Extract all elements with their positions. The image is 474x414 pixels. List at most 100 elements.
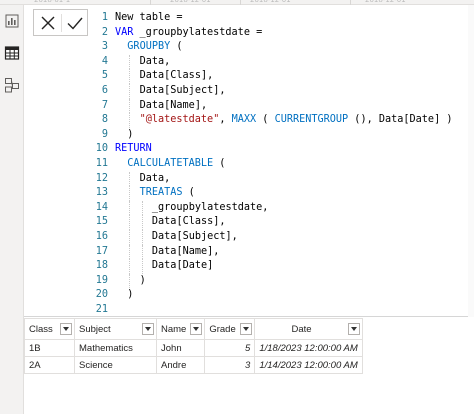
code-line[interactable]: 14 _groupbylatestdate, [90,200,470,216]
code-line[interactable]: 4 Data, [90,54,470,70]
column-header-label: Grade [209,323,236,335]
chevron-down-icon[interactable] [60,323,72,335]
code-line[interactable]: 15 Data[Class], [90,215,470,230]
code-text: Data[Date] [151,260,214,272]
code-text: Data[Class], [151,216,226,228]
top-strip-fragment: 2018-12-01 [365,0,406,4]
code-text: "@latestdate", MAXX ( CURRENTGROUP (), D… [139,114,453,126]
cell-class: 2A [24,356,75,374]
code-line[interactable]: 5 Data[Class], [90,69,470,84]
line-number: 9 [101,128,108,140]
column-header-label: Class [29,323,53,335]
chevron-down-icon[interactable] [190,323,203,335]
code-text: ) [139,274,146,286]
code-text: VAR _groupbylatestdate = [115,26,263,38]
cell-subject: Mathematics [74,339,157,357]
cell-grade: 3 [204,356,256,374]
line-number: 4 [101,55,108,67]
cell-date: 1/14/2023 12:00:00 AM [254,356,363,374]
code-text: RETURN [115,143,152,155]
code-line[interactable]: 2 VAR _groupbylatestdate = [90,26,470,41]
code-line[interactable]: 17 Data[Name], [90,244,470,260]
code-line[interactable]: 13 TREATAS ( [90,186,470,201]
indent-guide [129,200,131,216]
button-divider [61,14,62,32]
result-table-grid: Class Subject Name Grade Date 1B Mathema… [24,318,474,414]
code-text: Data, [139,55,171,67]
line-number: 11 [95,157,108,169]
cell-name: Andre [155,356,206,374]
indent-guide [129,98,131,114]
model-view-icon[interactable] [4,77,20,93]
column-header-subject[interactable]: Subject [74,318,157,340]
code-line[interactable]: 18 Data[Date] [90,259,470,274]
dax-code[interactable]: 1 New table = 2 VAR _groupbylatestdate = 3 G… [90,11,470,317]
indent-guide [141,229,143,245]
column-header-name[interactable]: Name [155,318,206,340]
code-line[interactable]: 20) [90,288,470,303]
line-number: 7 [101,99,108,111]
indent-guide [129,69,131,84]
editor-scrollbar[interactable] [468,5,474,317]
line-number: 21 [95,303,108,315]
code-text: Data[Subject], [139,84,226,96]
column-header-label: Date [291,323,312,335]
checkmark-icon[interactable] [65,13,85,33]
line-number: 19 [95,274,108,286]
code-line[interactable]: 9) [90,128,470,143]
table-row: 2A Science Andre 3 1/14/2023 12:00:00 AM [24,356,363,374]
chevron-down-icon[interactable] [240,323,253,335]
cell-subject: Science [74,356,157,374]
top-strip-fragment: 2018-12-01 [170,0,211,4]
line-number: 15 [95,216,108,228]
code-line[interactable]: 16 Data[Subject], [90,229,470,245]
code-line[interactable]: 12 Data, [90,171,470,187]
chevron-down-icon[interactable] [142,323,154,335]
indent-guide [129,83,131,99]
indent-guide [141,215,143,230]
column-header-grade[interactable]: Grade [204,318,256,340]
line-number: 6 [101,84,108,96]
indent-guide [129,215,131,230]
code-text: Data[Class], [139,70,214,82]
close-icon[interactable] [38,13,58,33]
chevron-down-icon[interactable] [347,323,360,335]
code-text: Data[Subject], [151,230,238,242]
code-line[interactable]: 21 [90,303,470,318]
line-number: 13 [95,187,108,199]
code-line[interactable]: 6 Data[Subject], [90,83,470,99]
view-rail [0,5,24,414]
indent-guide [129,259,131,274]
code-line[interactable]: 19) [90,273,470,289]
report-view-icon[interactable] [4,13,20,29]
data-view-icon[interactable] [4,45,20,61]
code-line[interactable]: 1 New table = [90,11,470,26]
indent-guide [129,273,131,289]
column-header-label: Name [161,323,187,335]
cell-date: 1/18/2023 12:00:00 AM [254,339,363,357]
line-number: 14 [95,201,108,213]
code-line[interactable]: 8 "@latestdate", MAXX ( CURRENTGROUP (), … [90,113,470,128]
formula-editor[interactable]: 1 New table = 2 VAR _groupbylatestdate = 3 G… [24,5,474,317]
code-text: New table = [115,12,189,23]
line-number: 16 [95,230,108,242]
line-number: 3 [101,41,108,53]
code-text: TREATAS ( [139,187,195,199]
line-number: 2 [101,26,108,38]
indent-guide [141,259,143,274]
code-text: Data[Name], [151,245,220,257]
column-header-class[interactable]: Class [24,318,75,340]
cell-name: John [155,339,206,357]
line-number: 12 [95,172,108,184]
formula-commit-controls [33,9,88,36]
cell-grade: 5 [204,339,256,357]
code-line[interactable]: 10 RETURN [90,142,470,157]
code-line[interactable]: 7 Data[Name], [90,98,470,114]
line-number: 17 [95,245,108,257]
top-strip-fragment: 2018-12-01 [250,0,291,4]
code-line[interactable]: 3 GROUPBY ( [90,40,470,55]
line-number: 20 [95,289,108,301]
code-text: Data, [139,172,171,184]
column-header-date[interactable]: Date [254,318,363,340]
code-line[interactable]: 11 CALCULATETABLE ( [90,157,470,172]
